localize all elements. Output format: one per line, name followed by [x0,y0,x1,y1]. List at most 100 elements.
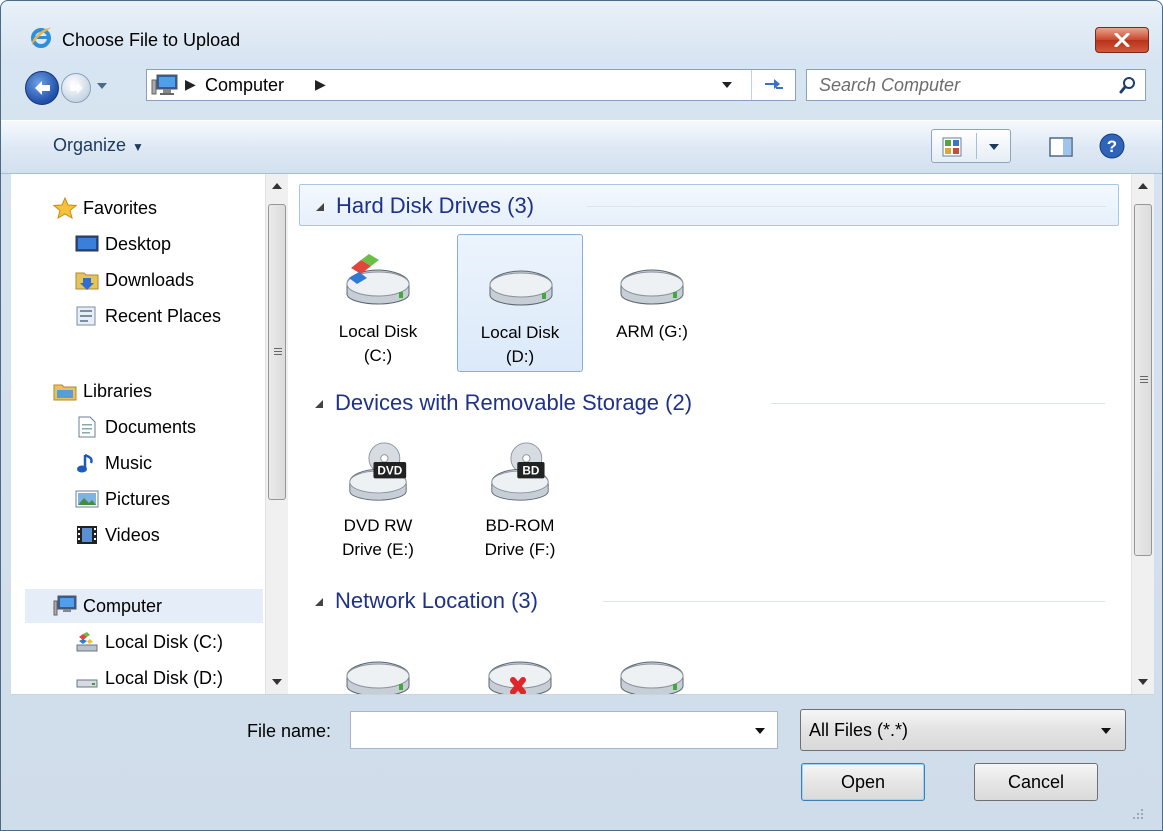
change-view-button[interactable] [931,129,1011,163]
drive-name-line2: Drive (E:) [342,540,414,559]
network-drive-icon [620,661,684,694]
computer-icon [53,595,77,616]
group-header-hard-disk-drives[interactable]: Hard Disk Drives (3) [299,184,1119,226]
view-tiles-icon [942,137,962,157]
bd-drive-icon: BD [491,442,549,501]
back-arrow-icon [35,81,50,95]
drive-label: BD-ROM Drive (F:) [457,514,583,562]
svg-text:?: ? [1107,137,1117,156]
drive-item-bd-rom-f[interactable]: BD BD-ROM Drive (F:) [457,428,583,566]
nav-label: Local Disk (D:) [105,668,224,688]
scroll-down-arrow-icon[interactable] [1137,678,1149,686]
nav-label: Music [105,453,153,473]
system-drive-icon [76,632,98,652]
content-area: Favorites Desktop Downloads Recent Place… [11,174,1154,695]
drive-name-line2: (D:) [505,347,535,366]
nav-label: Computer [83,596,163,616]
title-bar: Choose File to Upload [1,1,1162,53]
drive-icon [620,269,684,305]
libraries-icon [53,384,77,401]
help-icon[interactable]: ? [1099,133,1125,159]
preview-pane-icon[interactable] [1049,137,1073,157]
network-drive-disconnected-icon [488,661,552,694]
drive-icon [489,270,553,306]
drive-name-line1: Local Disk [480,323,560,342]
drive-icon [76,679,98,688]
organize-label: Organize [53,135,127,155]
nav-label: Favorites [83,198,158,218]
group-header-network-location[interactable]: Network Location (3) [299,580,1119,622]
drive-label: DVD RW Drive (E:) [315,514,441,562]
back-button[interactable] [25,71,59,105]
file-name-dropdown-icon[interactable] [753,726,767,736]
nav-label: Recent Places [105,306,222,326]
scrollbar-thumb[interactable] [1134,204,1152,556]
collapse-triangle-icon[interactable] [314,399,324,409]
star-icon [53,197,77,219]
forward-arrow-icon [70,82,83,94]
navigation-pane-scrollbar[interactable] [265,174,288,694]
open-button[interactable]: Open [801,763,925,801]
drive-item-local-disk-c[interactable]: Local Disk (C:) [315,234,441,372]
chevron-down-icon [1101,728,1111,734]
breadcrumb-computer[interactable]: Computer [205,74,284,96]
group-header-removable-storage[interactable]: Devices with Removable Storage (2) [299,382,1119,424]
videos-icon [77,526,97,544]
collapse-triangle-icon[interactable] [314,597,324,607]
more-views-dropdown-icon[interactable] [988,142,1000,152]
network-drive-item-disconnected[interactable] [457,626,583,694]
cancel-button[interactable]: Cancel [974,763,1098,801]
drive-item-local-disk-d[interactable]: Local Disk (D:) [457,234,583,372]
drive-name-line1: ARM (G:) [616,322,688,341]
file-name-combobox[interactable] [350,711,778,749]
window-title: Choose File to Upload [62,30,241,50]
drive-name-line1: BD-ROM [485,516,555,535]
file-type-select[interactable]: All Files (*.*) [800,709,1126,751]
close-button[interactable] [1095,27,1149,53]
resize-grip-icon[interactable] [1131,807,1145,821]
dvd-drive-icon: DVD [349,442,407,501]
search-box[interactable]: Search Computer [806,69,1146,101]
file-dialog-window: Choose File to Upload ▶ Computer ▶ Searc… [0,0,1163,831]
nav-label: Libraries [83,381,153,401]
group-title: Network Location (3) [335,588,538,613]
network-drive-item[interactable] [589,626,715,694]
organize-menu-button[interactable]: Organize ▼ [53,135,144,156]
search-icon[interactable] [1119,76,1137,94]
drive-item-dvd-rw-e[interactable]: DVD DVD RW Drive (E:) [315,428,441,566]
address-dropdown-icon[interactable] [721,80,733,90]
recent-pages-dropdown-icon[interactable] [95,79,109,93]
scrollbar-thumb[interactable] [268,204,286,500]
navigation-bar: ▶ Computer ▶ Search Computer [1,65,1162,111]
computer-icon [151,74,178,95]
system-drive-icon [346,254,410,305]
group-divider [586,206,1106,207]
file-list-scrollbar[interactable] [1131,174,1154,694]
group-divider [771,403,1105,404]
scroll-up-arrow-icon[interactable] [1137,182,1149,190]
collapse-triangle-icon[interactable] [315,202,325,212]
breadcrumb-separator-icon[interactable]: ▶ [185,76,196,93]
network-drive-item[interactable] [315,626,441,694]
svg-text:DVD: DVD [377,464,402,478]
group-title: Devices with Removable Storage (2) [335,390,693,415]
pictures-icon [75,490,99,508]
network-drive-icon [346,661,410,694]
drive-name-line2: (C:) [363,346,393,365]
group-title: Hard Disk Drives (3) [336,193,535,218]
downloads-folder-icon [75,272,99,290]
file-name-field[interactable] [355,716,739,744]
forward-button[interactable] [61,73,91,103]
refresh-button[interactable] [751,70,796,100]
documents-icon [78,416,96,438]
drive-label: Local Disk (C:) [315,320,441,368]
address-bar[interactable]: ▶ Computer ▶ [146,69,796,101]
scroll-up-arrow-icon[interactable] [271,182,283,190]
breadcrumb-separator-icon[interactable]: ▶ [315,76,326,93]
drive-item-arm-g[interactable]: ARM (G:) [589,234,715,372]
chevron-down-icon: ▼ [132,140,144,154]
scroll-down-arrow-icon[interactable] [271,678,283,686]
nav-label: Local Disk (C:) [105,632,224,652]
nav-label: Videos [105,525,160,545]
drive-name-line2: Drive (F:) [484,540,556,559]
